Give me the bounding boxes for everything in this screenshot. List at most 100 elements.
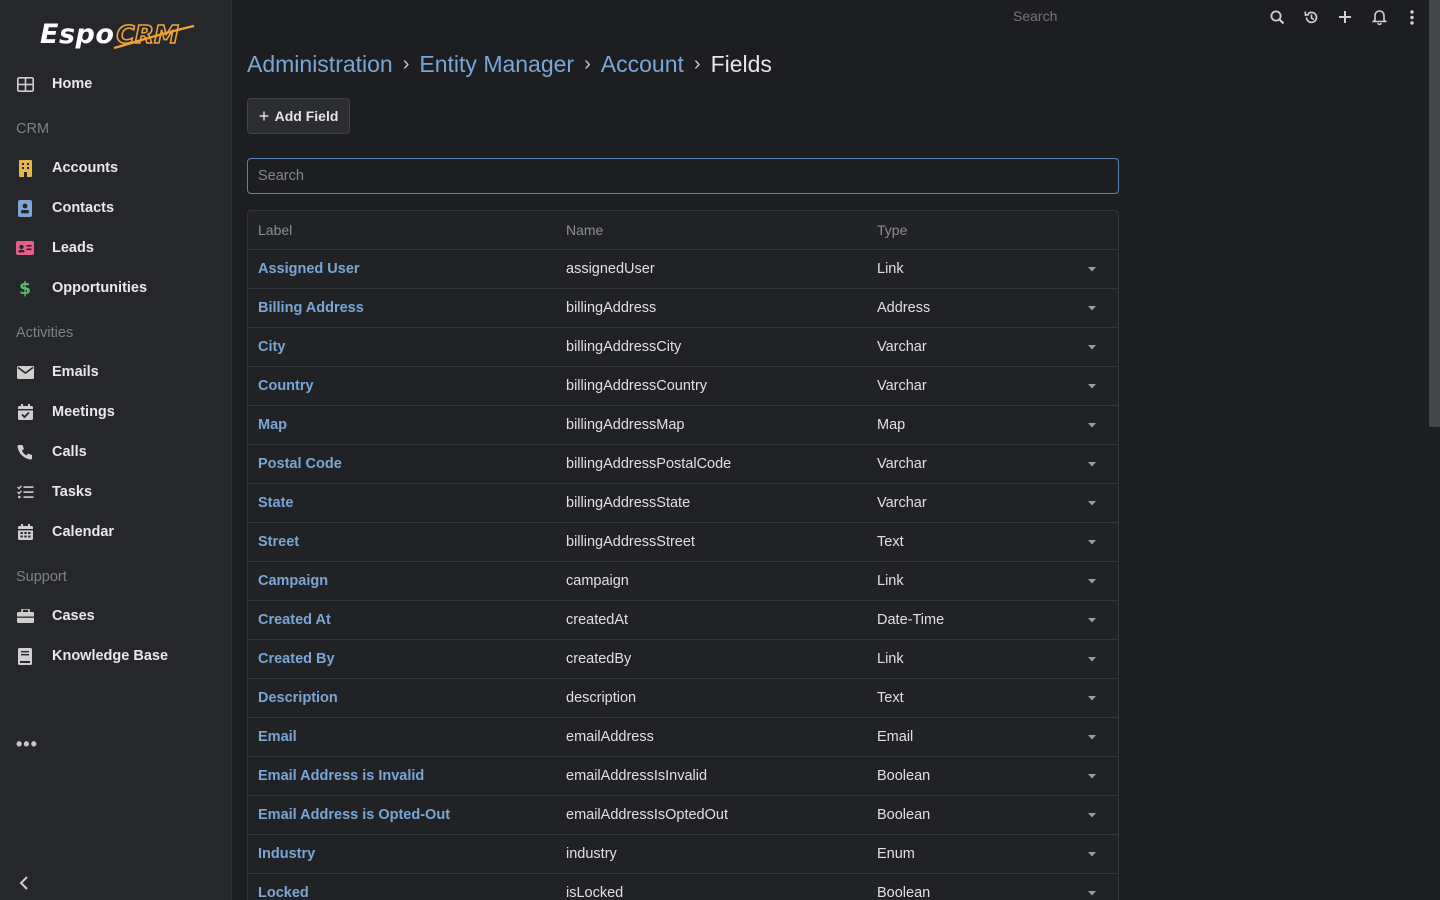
breadcrumb-account[interactable]: Account: [601, 51, 684, 78]
field-name: description: [566, 690, 637, 706]
row-actions-dropdown[interactable]: [1084, 289, 1100, 327]
row-actions-dropdown[interactable]: [1084, 796, 1100, 834]
sidebar-item-label: Emails: [52, 364, 99, 380]
sidebar-item-cases[interactable]: Cases: [0, 598, 231, 634]
row-actions-dropdown[interactable]: [1084, 367, 1100, 405]
breadcrumb: Administration › Entity Manager › Accoun…: [247, 48, 772, 80]
collapse-sidebar-button[interactable]: [14, 872, 34, 894]
table-row: Map billingAddressMap Map: [248, 406, 1118, 445]
menu-button[interactable]: [1401, 6, 1423, 28]
field-label-link[interactable]: Created By: [258, 640, 335, 678]
bell-icon: [1371, 10, 1387, 25]
row-actions-dropdown[interactable]: [1084, 445, 1100, 483]
sidebar-item-meetings[interactable]: Meetings: [0, 394, 231, 430]
field-name: emailAddressIsInvalid: [566, 768, 708, 784]
field-label-link[interactable]: Locked: [258, 874, 309, 900]
nav-group-activities: Activities: [16, 325, 74, 341]
field-label-link[interactable]: Assigned User: [258, 250, 360, 288]
row-actions-dropdown[interactable]: [1084, 562, 1100, 600]
table-row: State billingAddressState Varchar: [248, 484, 1118, 523]
table-row: Created At createdAt Date-Time: [248, 601, 1118, 640]
field-label-link[interactable]: Street: [258, 523, 299, 561]
global-search-input[interactable]: [1000, 0, 1250, 32]
calendar-icon: [16, 523, 34, 541]
sidebar-item-label: Accounts: [52, 160, 119, 176]
table-row: City billingAddressCity Varchar: [248, 328, 1118, 367]
breadcrumb-entity-manager[interactable]: Entity Manager: [419, 51, 574, 78]
caret-down-icon: [1088, 422, 1096, 427]
sidebar-item-calls[interactable]: Calls: [0, 434, 231, 470]
row-actions-dropdown[interactable]: [1084, 250, 1100, 288]
field-type: Text: [877, 534, 904, 550]
field-type: Date-Time: [877, 612, 945, 628]
sidebar-item-calendar[interactable]: Calendar: [0, 514, 231, 550]
field-label-link[interactable]: Map: [258, 406, 287, 444]
field-label-link[interactable]: Country: [258, 367, 314, 405]
field-label-link[interactable]: State: [258, 484, 293, 522]
breadcrumb-separator: ›: [584, 52, 591, 75]
row-actions-dropdown[interactable]: [1084, 835, 1100, 873]
row-actions-dropdown[interactable]: [1084, 523, 1100, 561]
sidebar-item-label: Cases: [52, 608, 95, 624]
row-actions-dropdown[interactable]: [1084, 874, 1100, 900]
field-name: industry: [566, 846, 617, 862]
sidebar-item-opportunities[interactable]: $ Opportunities: [0, 270, 231, 306]
field-label-link[interactable]: Created At: [258, 601, 331, 639]
sidebar-item-label: Contacts: [52, 200, 115, 216]
field-name: assignedUser: [566, 261, 655, 277]
sidebar-item-accounts[interactable]: Accounts: [0, 150, 231, 186]
page-scrollbar-thumb[interactable]: [1429, 0, 1440, 427]
add-field-button[interactable]: Add Field: [247, 98, 350, 134]
sidebar-item-contacts[interactable]: Contacts: [0, 190, 231, 226]
table-row: Billing Address billingAddress Address: [248, 289, 1118, 328]
field-label-link[interactable]: Email: [258, 718, 297, 756]
table-row: Country billingAddressCountry Varchar: [248, 367, 1118, 406]
search-button[interactable]: [1266, 6, 1288, 28]
history-icon: [1303, 10, 1317, 23]
row-actions-dropdown[interactable]: [1084, 328, 1100, 366]
field-label-link[interactable]: Email Address is Invalid: [258, 757, 424, 795]
field-label-link[interactable]: Description: [258, 679, 338, 717]
table-row: Created By createdBy Link: [248, 640, 1118, 679]
field-label-link[interactable]: Billing Address: [258, 289, 364, 327]
field-name: emailAddress: [566, 729, 654, 745]
table-row: Industry industry Enum: [248, 835, 1118, 874]
sidebar-item-home[interactable]: Home: [0, 66, 231, 102]
field-label-link[interactable]: Campaign: [258, 562, 328, 600]
sidebar-item-emails[interactable]: Emails: [0, 354, 231, 390]
last-viewed-button[interactable]: [1300, 6, 1322, 28]
field-label-link[interactable]: Email Address is Opted-Out: [258, 796, 450, 834]
sidebar: Espo CRM Home CRM Accounts Contacts Lead…: [0, 0, 232, 900]
field-name: billingAddressCountry: [566, 378, 708, 394]
notifications-button[interactable]: [1368, 6, 1390, 28]
sidebar-item-tasks[interactable]: Tasks: [0, 474, 231, 510]
row-actions-dropdown[interactable]: [1084, 484, 1100, 522]
add-field-label: Add Field: [274, 108, 339, 124]
row-actions-dropdown[interactable]: [1084, 640, 1100, 678]
quick-create-button[interactable]: [1334, 6, 1356, 28]
column-header-name: Name: [566, 222, 604, 238]
caret-down-icon: [1088, 812, 1096, 817]
caret-down-icon: [1088, 695, 1096, 700]
phone-icon: [16, 443, 34, 461]
row-actions-dropdown[interactable]: [1084, 757, 1100, 795]
field-name: isLocked: [566, 885, 624, 900]
caret-down-icon: [1088, 734, 1096, 739]
plus-icon: [259, 111, 269, 121]
field-label-link[interactable]: Industry: [258, 835, 315, 873]
building-icon: [16, 159, 34, 177]
row-actions-dropdown[interactable]: [1084, 406, 1100, 444]
row-actions-dropdown[interactable]: [1084, 718, 1100, 756]
field-label-link[interactable]: Postal Code: [258, 445, 342, 483]
row-actions-dropdown[interactable]: [1084, 601, 1100, 639]
app-logo[interactable]: Espo CRM: [40, 14, 195, 54]
row-actions-dropdown[interactable]: [1084, 679, 1100, 717]
fields-search-input[interactable]: [247, 158, 1119, 194]
more-tabs-button[interactable]: •••: [16, 734, 38, 755]
sidebar-item-knowledge-base[interactable]: Knowledge Base: [0, 638, 231, 674]
sidebar-item-leads[interactable]: Leads: [0, 230, 231, 266]
breadcrumb-administration[interactable]: Administration: [247, 51, 393, 78]
field-type: Boolean: [877, 768, 931, 784]
caret-down-icon: [1088, 539, 1096, 544]
field-label-link[interactable]: City: [258, 328, 285, 366]
